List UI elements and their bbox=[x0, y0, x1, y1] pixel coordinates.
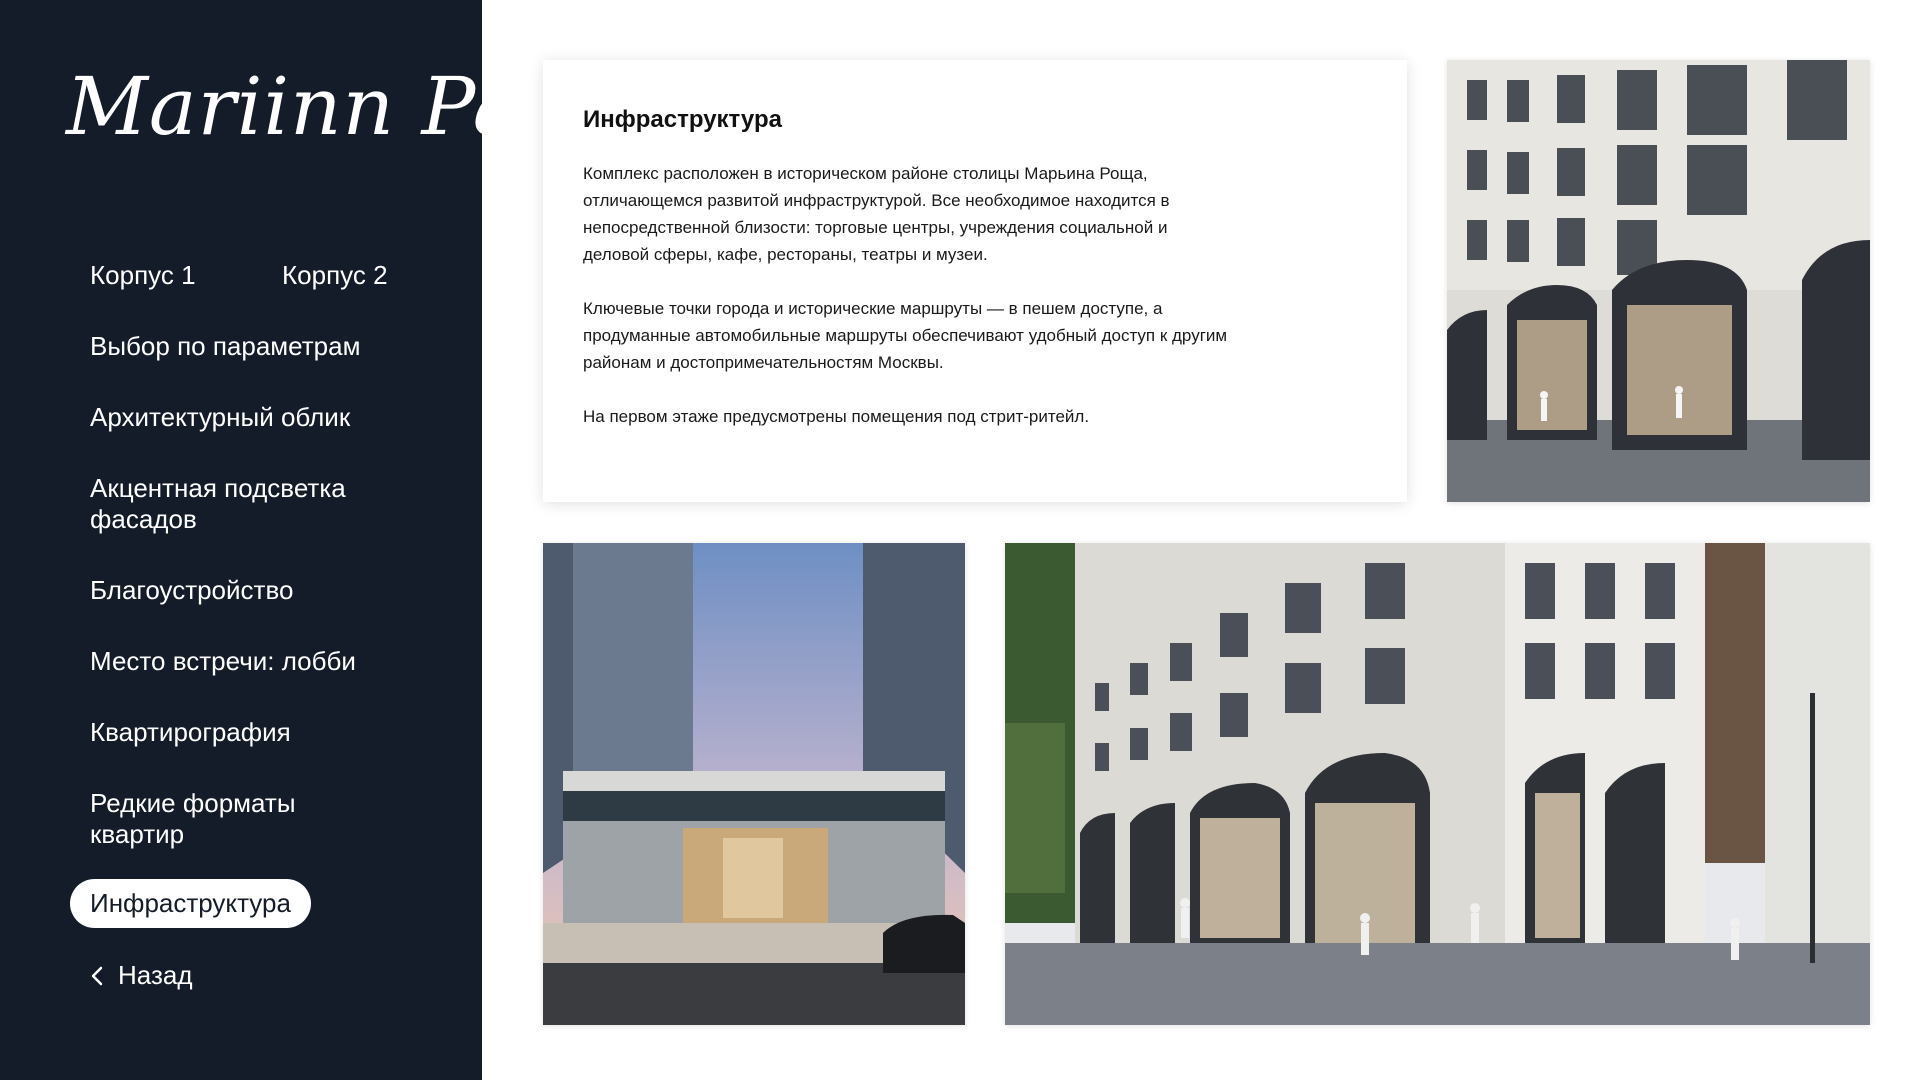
facade-photo bbox=[1447, 60, 1870, 502]
paragraph: На первом этаже предусмотрены помещения … bbox=[583, 407, 1090, 426]
nav-item-korpus-1[interactable]: Корпус 1 bbox=[90, 260, 196, 291]
nav-item-korpus-2[interactable]: Корпус 2 bbox=[282, 260, 388, 291]
section-body: Комплекс расположен в историческом район… bbox=[583, 160, 1233, 457]
chevron-left-icon bbox=[90, 965, 104, 987]
info-card: Инфраструктура Комплекс расположен в ист… bbox=[543, 60, 1407, 502]
nav-item-facade-lighting[interactable]: Акцентная подсветка фасадов bbox=[90, 473, 390, 535]
sidebar: Mariinn Park Корпус 1 Корпус 2 Выбор по … bbox=[0, 0, 609, 1080]
back-button[interactable]: Назад bbox=[90, 960, 193, 991]
nav-item-lobby[interactable]: Место встречи: лобби bbox=[90, 646, 356, 677]
nav-item-rare-formats[interactable]: Редкие форматы квартир bbox=[90, 788, 390, 850]
nav-item-landscaping[interactable]: Благоустройство bbox=[90, 575, 293, 606]
street-corner-photo bbox=[1005, 543, 1870, 1025]
back-label: Назад bbox=[118, 960, 193, 990]
section-title: Инфраструктура bbox=[583, 106, 782, 133]
nav-item-apartment-mix[interactable]: Квартирография bbox=[90, 717, 291, 748]
entrance-photo bbox=[543, 543, 965, 1025]
nav-item-architecture[interactable]: Архитектурный облик bbox=[90, 402, 350, 433]
paragraph: Комплекс расположен в историческом район… bbox=[583, 164, 1170, 264]
nav-item-infrastructure[interactable]: Инфраструктура bbox=[70, 879, 311, 928]
brand-logo[interactable]: Mariinn Park bbox=[66, 60, 610, 153]
nav-item-parameter-search[interactable]: Выбор по параметрам bbox=[90, 331, 360, 362]
paragraph: Ключевые точки города и исторические мар… bbox=[583, 299, 1228, 372]
